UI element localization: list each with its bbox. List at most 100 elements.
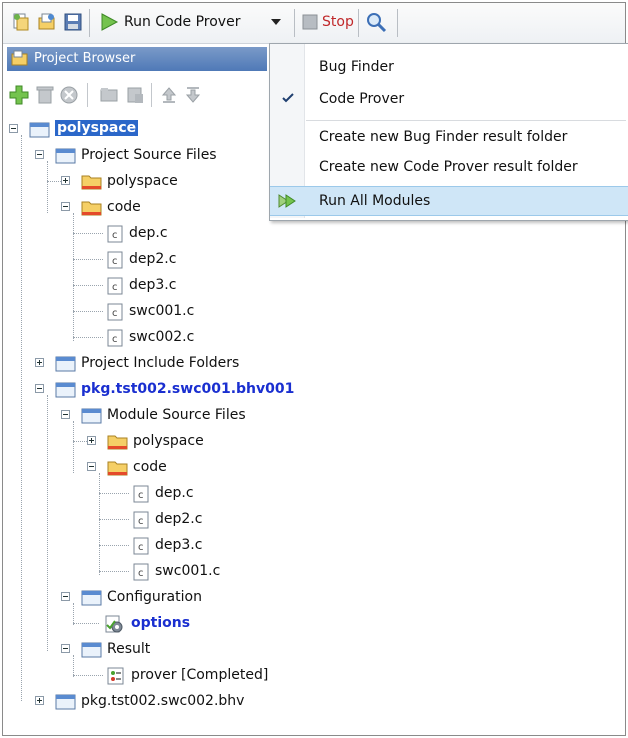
menu-separator [306,120,626,121]
tree-node-file[interactable]: c dep2.c [3,247,623,273]
tree-node-label: swc001.c [155,563,221,579]
module-icon [55,694,76,710]
menu-item-label: Run All Modules [319,193,431,209]
project-browser-title: Project Browser [34,51,136,66]
tree-node-module[interactable]: pkg.tst002.swc001.bhv001 [3,377,623,403]
toolbar-separator [151,83,152,107]
folder-icon [55,356,76,372]
tree-connector [99,571,129,572]
tree-node-file[interactable]: c dep.c [3,481,623,507]
project-browser-icon [11,50,28,66]
tree-node-label: Project Source Files [81,147,217,163]
tree-node-label: polyspace [55,120,139,136]
menu-item-label: Create new Bug Finder result folder [319,129,568,145]
tree-node-module-source-files[interactable]: Module Source Files [3,403,623,429]
menu-item-bug-finder[interactable]: Bug Finder [270,52,628,82]
tree-node-file[interactable]: c dep3.c [3,273,623,299]
svg-text:c: c [138,542,144,553]
tree-node-file[interactable]: c swc001.c [3,559,623,585]
c-file-icon: c [107,251,123,269]
delete-icon[interactable] [35,85,55,105]
c-file-icon: c [133,537,149,555]
c-file-icon: c [107,303,123,321]
c-file-icon: c [133,511,149,529]
svg-text:c: c [138,516,144,527]
expand-toggle[interactable] [35,696,44,705]
collapse-toggle[interactable] [87,462,96,471]
tree-node-folder[interactable]: polyspace [3,429,623,455]
tree-node-module[interactable]: pkg.tst002.swc002.bhv [3,689,623,715]
tree-node-label: Result [107,641,151,657]
tree-node-file[interactable]: c dep2.c [3,507,623,533]
folder-open-icon [107,461,128,476]
tree-connector [99,545,129,546]
folder-icon [81,175,102,190]
tree-node-label: dep2.c [155,511,203,527]
tree-node-file[interactable]: c swc002.c [3,325,623,351]
tree-connector [73,337,103,338]
tree-node-label: Module Source Files [107,407,246,423]
collapse-toggle[interactable] [61,592,70,601]
c-file-icon: c [107,225,123,243]
toolbar-separator [294,9,295,37]
menu-item-code-prover[interactable]: Code Prover [270,84,628,114]
project-browser-toolbar [7,75,297,115]
tree-connector [73,285,103,286]
collapse-toggle[interactable] [35,384,44,393]
expand-toggle[interactable] [87,436,96,445]
new-project-icon[interactable] [11,12,31,32]
tree-node-file[interactable]: c swc001.c [3,299,623,325]
tree-node-label: dep.c [129,225,168,241]
move-up-icon[interactable] [159,85,179,105]
collapse-toggle[interactable] [9,124,18,133]
save-icon[interactable] [63,12,83,32]
tree-node-result[interactable]: Result [3,637,623,663]
folder-icon [81,642,102,658]
folder-remove-icon[interactable] [125,85,145,105]
menu-item-run-all-modules[interactable]: Run All Modules [270,186,628,216]
tree-node-label: Project Include Folders [81,355,240,371]
menu-item-create-code-prover-folder[interactable]: Create new Code Prover result folder [270,152,628,182]
collapse-toggle[interactable] [35,150,44,159]
add-icon[interactable] [9,85,29,105]
collapse-toggle[interactable] [61,410,70,419]
move-down-icon[interactable] [183,85,203,105]
folder-icon [107,435,128,450]
tree-node-label: dep.c [155,485,194,501]
folder-action-icon[interactable] [99,85,119,105]
folder-icon [55,148,76,164]
tree-connector [47,181,61,182]
run-code-prover-button[interactable]: Run Code Prover [124,14,240,30]
tree-connector [73,311,103,312]
open-project-icon[interactable] [37,12,57,32]
svg-text:c: c [112,256,118,267]
c-file-icon: c [133,485,149,503]
tree-node-label: dep3.c [155,537,203,553]
tree-connector [73,259,103,260]
stop-button[interactable]: Stop [322,14,354,30]
expand-toggle[interactable] [61,176,70,185]
collapse-toggle[interactable] [61,644,70,653]
checkmark-icon [282,93,294,103]
tree-connector [73,233,103,234]
svg-text:c: c [112,282,118,293]
cancel-icon[interactable] [59,85,79,105]
configuration-options-icon [105,615,123,633]
search-icon[interactable] [365,11,387,33]
tree-node-file[interactable]: c dep3.c [3,533,623,559]
tree-connector [99,493,129,494]
expand-toggle[interactable] [35,358,44,367]
tree-node-result-file[interactable]: prover [Completed] [3,663,623,689]
run-dropdown-arrow-icon[interactable] [269,15,283,29]
menu-item-create-bug-finder-folder[interactable]: Create new Bug Finder result folder [270,122,628,152]
run-icon[interactable] [99,12,119,32]
collapse-toggle[interactable] [61,202,70,211]
tree-node-configuration[interactable]: Configuration [3,585,623,611]
tree-node-file[interactable]: c dep.c [3,221,623,247]
tree-node-label: polyspace [107,173,178,189]
tree-node-options[interactable]: options [3,611,623,637]
tree-node-folder[interactable]: code [3,455,623,481]
stop-icon[interactable] [302,14,318,30]
tree-node-project-include-folders[interactable]: Project Include Folders [3,351,623,377]
result-file-icon [107,667,124,685]
